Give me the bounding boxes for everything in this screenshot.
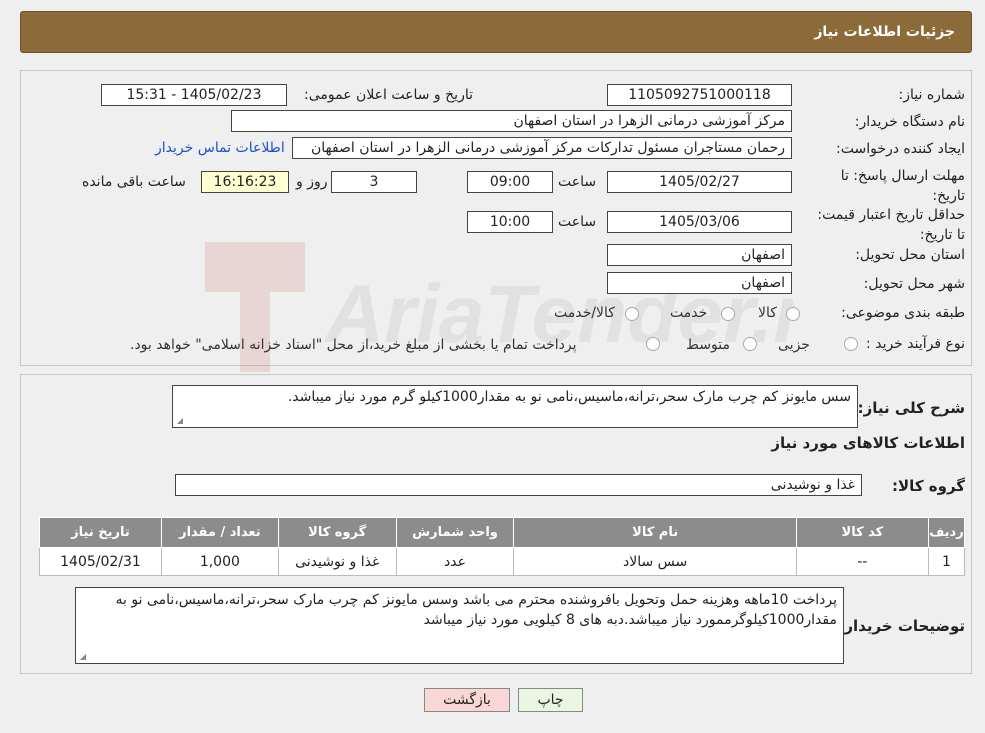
- category-service-radio[interactable]: [721, 307, 735, 321]
- resize-grip-icon[interactable]: ◢: [175, 417, 183, 425]
- days-field: 3: [331, 171, 417, 193]
- buyer-notes-text: پرداخت 10ماهه وهزینه حمل وتحویل بافروشند…: [115, 592, 838, 628]
- buyer-notes-field: پرداخت 10ماهه وهزینه حمل وتحویل بافروشند…: [75, 587, 844, 664]
- price-validity-label: حداقل تاریخ اعتبار قیمت: تا تاریخ:: [817, 207, 965, 243]
- cell-row-number: 1: [927, 547, 966, 576]
- reply-deadline-label: مهلت ارسال پاسخ: تا تاریخ:: [840, 168, 965, 204]
- description-field: سس مایونز کم چرب مارک سحر،ترانه،ماسیس،نا…: [172, 385, 858, 428]
- category-goods-label: کالا: [758, 305, 777, 321]
- goods-group-field: غذا و نوشیدنی: [175, 474, 862, 496]
- buyer-notes-label: توضیحات خریدار:: [838, 617, 965, 635]
- cell-need-date: 1405/02/31: [39, 547, 162, 576]
- description-label: شرح کلی نیاز:: [857, 399, 965, 417]
- remaining-label: ساعت باقی مانده: [82, 174, 186, 190]
- page-header: جزئیات اطلاعات نیاز: [20, 11, 972, 53]
- description-text: سس مایونز کم چرب مارک سحر،ترانه،ماسیس،نا…: [287, 389, 851, 405]
- purchase-minor-radio[interactable]: [844, 337, 858, 351]
- col-item-name: نام کالا: [513, 517, 797, 548]
- buyer-org-label: نام دستگاه خریدار:: [854, 114, 965, 130]
- page-title: جزئیات اطلاعات نیاز: [814, 24, 955, 40]
- creator-field: رحمان مستاجران مسئول تدارکات مرکز آموزشی…: [292, 137, 792, 159]
- province-field: اصفهان: [607, 244, 792, 266]
- purchase-minor-label: جزیی: [778, 337, 810, 353]
- creator-label: ایجاد کننده درخواست:: [836, 141, 965, 157]
- col-item-code: کد کالا: [795, 517, 929, 548]
- treasury-note: پرداخت تمام یا بخشی از مبلغ خرید،از محل …: [130, 337, 577, 353]
- category-service-label: خدمت: [670, 305, 708, 321]
- price-validity-date-field: 1405/03/06: [607, 211, 792, 233]
- purchase-medium-radio[interactable]: [743, 337, 757, 351]
- announce-field: 1405/02/23 - 15:31: [101, 84, 287, 106]
- city-label: شهر محل تحویل:: [863, 276, 965, 292]
- cell-item-name: سس سالاد: [513, 547, 797, 576]
- remaining-time-field: 16:16:23: [201, 171, 289, 193]
- cell-item-code: --: [795, 547, 929, 576]
- col-quantity: تعداد / مقدار: [160, 517, 279, 548]
- need-number-field: 1105092751000118: [607, 84, 792, 106]
- reply-date-field: 1405/02/27: [607, 171, 792, 193]
- cell-group: غذا و نوشیدنی: [277, 547, 397, 576]
- col-need-date: تاریخ نیاز: [39, 517, 162, 548]
- goods-info-title: اطلاعات کالاهای مورد نیاز: [771, 434, 965, 452]
- category-label: طبقه بندی موضوعی:: [841, 305, 965, 321]
- buyer-org-field: مرکز آموزشی درمانی الزهرا در استان اصفها…: [231, 110, 792, 132]
- need-number-label: شماره نیاز:: [898, 87, 966, 103]
- category-goods-radio[interactable]: [786, 307, 800, 321]
- table-header-row: ردیف کد کالا نام کالا واحد شمارش گروه کا…: [39, 517, 966, 548]
- days-label: روز و: [296, 174, 328, 190]
- purchase-medium-label: متوسط: [686, 337, 730, 353]
- category-both-radio[interactable]: [625, 307, 639, 321]
- cell-unit: عدد: [395, 547, 515, 576]
- col-row-number: ردیف: [927, 517, 966, 548]
- cell-quantity: 1,000: [160, 547, 279, 576]
- back-button[interactable]: بازگشت: [424, 688, 510, 712]
- province-label: استان محل تحویل:: [855, 247, 965, 263]
- treasury-radio[interactable]: [646, 337, 660, 351]
- col-unit: واحد شمارش: [395, 517, 515, 548]
- announce-label: تاریخ و ساعت اعلان عمومی:: [304, 87, 473, 103]
- buyer-contact-link[interactable]: اطلاعات تماس خریدار: [155, 140, 285, 156]
- resize-grip-icon[interactable]: ◢: [78, 653, 86, 661]
- col-group: گروه کالا: [277, 517, 397, 548]
- price-validity-time-field: 10:00: [467, 211, 553, 233]
- price-validity-time-label: ساعت: [558, 214, 597, 230]
- table-row: 1 -- سس سالاد عدد غذا و نوشیدنی 1,000 14…: [39, 547, 966, 576]
- reply-time-field: 09:00: [467, 171, 553, 193]
- goods-group-label: گروه کالا:: [892, 477, 965, 495]
- category-both-label: کالا/خدمت: [554, 305, 615, 321]
- purchase-type-label: نوع فرآیند خرید :: [866, 336, 965, 352]
- reply-time-label: ساعت: [558, 174, 597, 190]
- print-button[interactable]: چاپ: [518, 688, 583, 712]
- goods-table: ردیف کد کالا نام کالا واحد شمارش گروه کا…: [39, 517, 966, 576]
- city-field: اصفهان: [607, 272, 792, 294]
